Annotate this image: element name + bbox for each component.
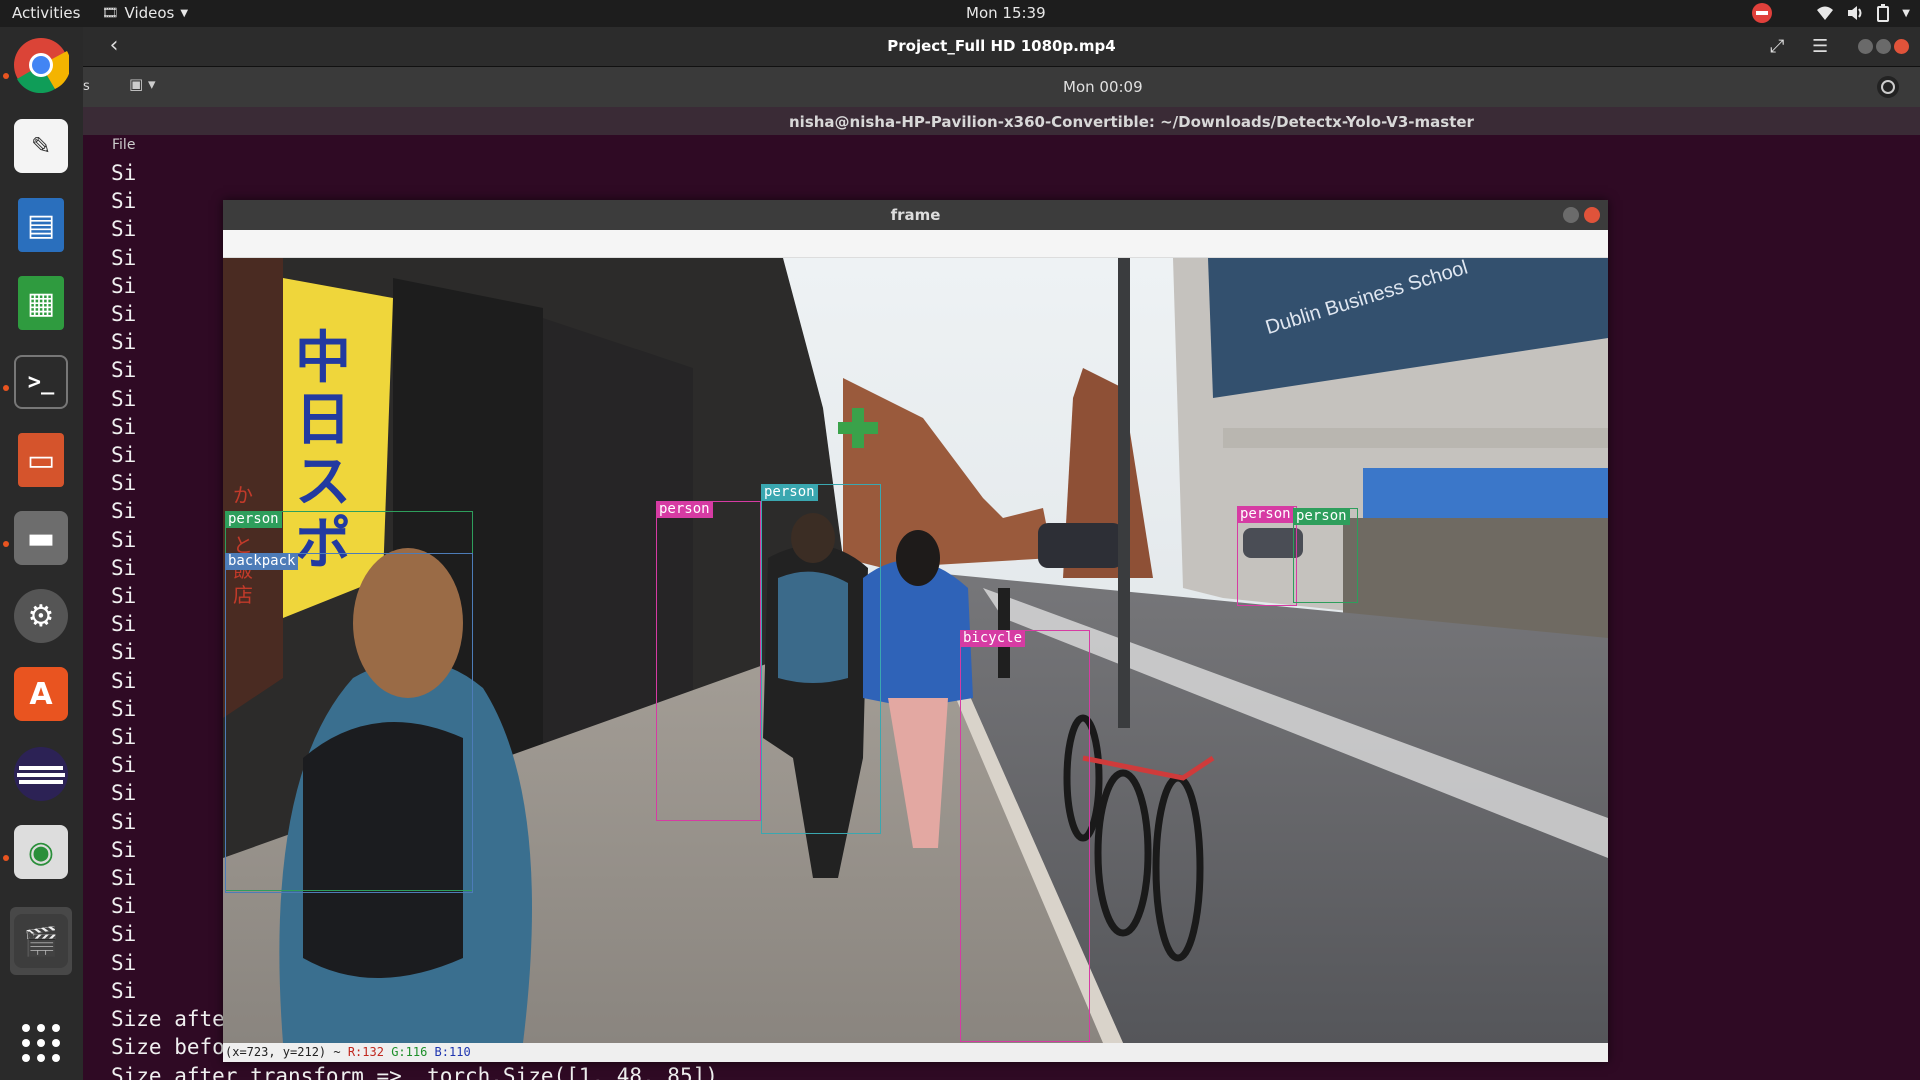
dock-videos[interactable]: 🎬 bbox=[10, 907, 72, 975]
text-editor-icon: ✎ bbox=[14, 119, 68, 173]
pharmacy-cross-icon bbox=[838, 408, 878, 448]
system-tray[interactable]: ▼ bbox=[1752, 3, 1910, 23]
writer-icon: ▤ bbox=[18, 198, 64, 252]
software-center-icon: A bbox=[14, 667, 68, 721]
cursor-coords: (x=723, y=212) ~ bbox=[225, 1045, 341, 1059]
detection-box-person: person bbox=[761, 484, 881, 834]
recorded-top-panel: s ▣ ▾ Mon 00:09 bbox=[83, 67, 1920, 107]
frame-status-bar: (x=723, y=212) ~ R:132 G:116 B:110 bbox=[223, 1043, 1608, 1062]
dock-settings[interactable]: ⚙ bbox=[10, 585, 72, 647]
dock: ✎ ▤ ▦ >_ ▭ ▬ ⚙ A ◉ 🎬 bbox=[0, 27, 83, 1080]
chevron-down-icon: ▼ bbox=[180, 7, 189, 19]
film-icon: 🎞 bbox=[102, 5, 119, 21]
show-apps-icon bbox=[22, 1024, 60, 1062]
dock-show-apps[interactable] bbox=[10, 1012, 72, 1074]
system-menu-chevron-icon[interactable]: ▼ bbox=[1902, 8, 1910, 19]
detection-label: person bbox=[225, 511, 282, 528]
frame-close-button[interactable] bbox=[1584, 207, 1600, 223]
pixel-red-value: R:132 bbox=[347, 1045, 384, 1059]
maximize-button[interactable] bbox=[1876, 39, 1891, 54]
running-indicator bbox=[3, 385, 9, 391]
menu-button[interactable]: ☰ bbox=[1812, 36, 1828, 57]
dock-eclipse[interactable] bbox=[10, 743, 72, 805]
volume-icon bbox=[1848, 6, 1862, 20]
shopfront-char: か bbox=[233, 483, 253, 507]
app-menu-label: Videos bbox=[124, 4, 175, 22]
dock-chrome[interactable] bbox=[10, 34, 72, 96]
detection-label: bicycle bbox=[960, 630, 1026, 647]
dock-files[interactable]: ▬ bbox=[10, 507, 72, 569]
detection-box-person: person bbox=[1293, 508, 1358, 603]
detection-label: backpack bbox=[225, 553, 299, 570]
dock-text-editor[interactable]: ✎ bbox=[10, 115, 72, 177]
recorded-power-icon bbox=[1877, 76, 1899, 98]
terminal-line: Si bbox=[111, 161, 137, 185]
hamburger-menu-icon: ☰ bbox=[1812, 36, 1829, 57]
dock-terminal[interactable]: >_ bbox=[10, 351, 72, 413]
running-indicator bbox=[3, 541, 9, 547]
detection-label: person bbox=[761, 484, 818, 501]
frame-window: frame 中日スポ Dublin Business School か と 飯 … bbox=[223, 200, 1608, 1062]
battery-icon bbox=[1877, 4, 1890, 22]
recorded-terminal-title: nisha@nisha-HP-Pavilion-x360-Convertible… bbox=[789, 113, 1474, 131]
detection-box-person: person bbox=[656, 501, 761, 821]
eclipse-icon bbox=[14, 747, 68, 801]
app-menu[interactable]: 🎞 Videos ▼ bbox=[102, 4, 188, 22]
calc-icon: ▦ bbox=[18, 276, 64, 330]
terminal-icon: >_ bbox=[14, 355, 68, 409]
detection-label: person bbox=[656, 501, 713, 518]
recorded-clock: Mon 00:09 bbox=[1063, 78, 1143, 96]
frame-titlebar: frame bbox=[223, 200, 1608, 230]
dock-software[interactable]: A bbox=[10, 663, 72, 725]
player-header-bar: ‹ Project_Full HD 1080p.mp4 ⤢ ☰ bbox=[83, 27, 1920, 67]
frame-title: frame bbox=[890, 206, 941, 224]
system-top-panel: Activities 🎞 Videos ▼ Mon 15:39 ▼ bbox=[0, 0, 1920, 27]
recorded-menu-file: File bbox=[112, 137, 136, 153]
videos-icon: 🎬 bbox=[14, 914, 68, 968]
close-button[interactable] bbox=[1894, 39, 1909, 54]
frame-minimize-button[interactable] bbox=[1563, 207, 1579, 223]
do-not-disturb-icon[interactable] bbox=[1752, 3, 1773, 23]
settings-icon: ⚙ bbox=[14, 589, 68, 643]
frame-toolbar bbox=[223, 230, 1608, 258]
image-viewer-icon: ◉ bbox=[14, 825, 68, 879]
detection-box-backpack: backpack bbox=[225, 553, 473, 893]
files-icon: ▬ bbox=[14, 511, 68, 565]
dock-calc[interactable]: ▦ bbox=[10, 272, 72, 334]
fullscreen-icon: ⤢ bbox=[1770, 36, 1785, 57]
dock-image-viewer[interactable]: ◉ bbox=[10, 821, 72, 883]
activities-button[interactable]: Activities bbox=[12, 4, 80, 22]
clock[interactable]: Mon 15:39 bbox=[966, 4, 1046, 22]
video-title: Project_Full HD 1080p.mp4 bbox=[887, 37, 1116, 55]
detection-label: person bbox=[1237, 506, 1294, 523]
recorded-terminal-titlebar: nisha@nisha-HP-Pavilion-x360-Convertible… bbox=[83, 107, 1920, 135]
terminal-line: Size after transform => torch.Size([1, 4… bbox=[111, 1063, 718, 1080]
recorded-terminal-menu: File bbox=[110, 135, 170, 159]
detection-label: person bbox=[1293, 508, 1350, 525]
recorded-activities-fragment: s bbox=[83, 79, 90, 94]
dock-writer[interactable]: ▤ bbox=[10, 194, 72, 256]
recorded-screen-icon: ▣ ▾ bbox=[129, 75, 156, 93]
fullscreen-button[interactable]: ⤢ bbox=[1770, 36, 1784, 57]
impress-icon: ▭ bbox=[18, 433, 64, 487]
running-indicator bbox=[3, 855, 9, 861]
video-canvas[interactable]: s ▣ ▾ Mon 00:09 nisha@nisha-HP-Pavilion-… bbox=[83, 67, 1920, 1080]
dock-impress[interactable]: ▭ bbox=[10, 429, 72, 491]
detection-box-bicycle: bicycle bbox=[960, 630, 1090, 1042]
minimize-button[interactable] bbox=[1858, 39, 1873, 54]
pixel-blue-value: B:110 bbox=[434, 1045, 471, 1059]
camera-frame: 中日スポ Dublin Business School かなと飯店 person… bbox=[223, 258, 1608, 1043]
chrome-icon bbox=[14, 38, 69, 93]
pixel-green-value: G:116 bbox=[391, 1045, 428, 1059]
detection-box-person: person bbox=[1237, 506, 1297, 606]
running-indicator bbox=[3, 73, 9, 79]
wifi-icon bbox=[1817, 6, 1834, 20]
